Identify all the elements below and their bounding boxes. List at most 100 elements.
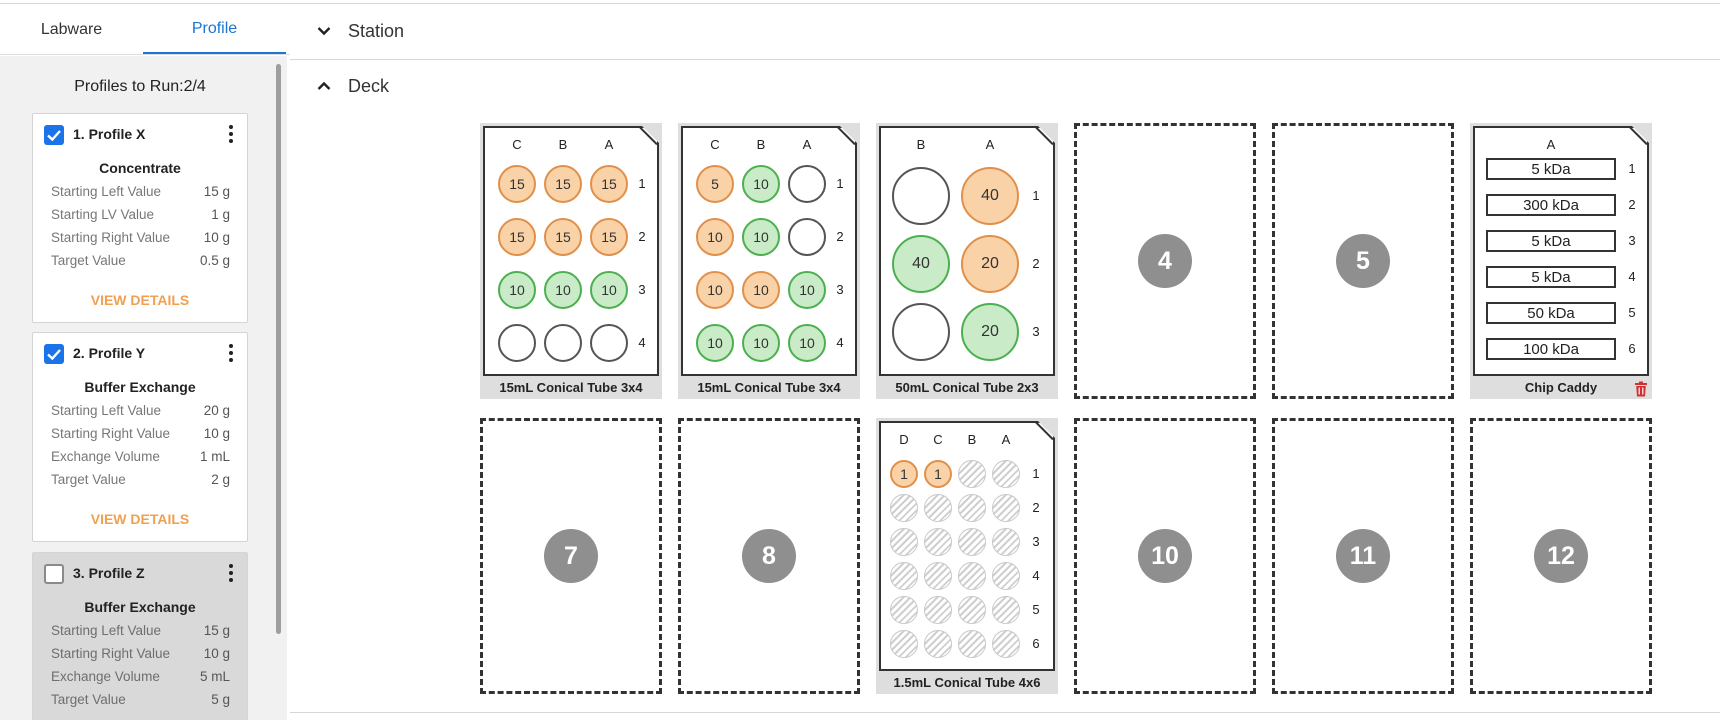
tube-well[interactable]: 10 (696, 271, 734, 309)
slot-number-badge: 7 (544, 529, 598, 583)
deck-section-header[interactable]: Deck (290, 61, 389, 111)
tube-well[interactable] (498, 324, 536, 362)
tube-well[interactable]: 20 (961, 303, 1019, 361)
check-icon (47, 349, 61, 361)
chip-slot[interactable]: 5 kDa (1486, 158, 1616, 180)
tube-well[interactable]: 40 (961, 167, 1019, 225)
tube-well[interactable] (992, 460, 1020, 488)
scrollbar[interactable] (276, 64, 281, 634)
deck-slot-empty[interactable]: 11 (1272, 418, 1454, 694)
tube-well[interactable]: 10 (696, 218, 734, 256)
row-header: 1 (1032, 466, 1040, 481)
profile-name: 1. Profile X (73, 126, 146, 142)
tube-well[interactable]: 15 (590, 165, 628, 203)
profile-checkbox[interactable] (44, 564, 64, 584)
deck-slot-empty[interactable]: 8 (678, 418, 860, 694)
more-vert-icon[interactable] (223, 341, 239, 365)
tube-well[interactable] (992, 494, 1020, 522)
chip-slot[interactable]: 5 kDa (1486, 266, 1616, 288)
tube-well[interactable] (788, 218, 826, 256)
more-vert-icon[interactable] (223, 122, 239, 146)
deck-slot-labware[interactable]: 15mL Conical Tube 3x4 C B A 1 2 3 4 15 15 15 15 15 15… (480, 123, 662, 399)
chip-slot[interactable]: 50 kDa (1486, 302, 1616, 324)
row-header: 2 (638, 229, 646, 244)
tube-well[interactable] (890, 596, 918, 624)
chip-slot[interactable]: 100 kDa (1486, 338, 1616, 360)
tube-well[interactable]: 15 (590, 218, 628, 256)
tube-well[interactable]: 15 (498, 165, 536, 203)
deck-slot-empty[interactable]: 7 (480, 418, 662, 694)
tube-well[interactable] (992, 562, 1020, 590)
tube-well[interactable] (924, 596, 952, 624)
tube-well[interactable]: 10 (788, 324, 826, 362)
deck-slot-empty[interactable]: 10 (1074, 418, 1256, 694)
chip-slot[interactable]: 5 kDa (1486, 230, 1616, 252)
tube-well[interactable] (992, 630, 1020, 658)
tube-well[interactable] (890, 528, 918, 556)
deck-slot-labware[interactable]: Chip Caddy A 5 kDa 1 300 kDa 2 5 kDa 3 5 kDa 4 50 … (1470, 123, 1652, 399)
column-header: A (1001, 432, 1011, 447)
row-header: 3 (638, 282, 646, 297)
slot-number-badge: 8 (742, 529, 796, 583)
tube-well[interactable]: 10 (498, 271, 536, 309)
tube-well[interactable]: 10 (544, 271, 582, 309)
profile-param: Starting Right Value 10 g (51, 426, 230, 441)
column-header: C (933, 432, 943, 447)
profile-card: 3. Profile Z Buffer Exchange Starting Le… (32, 552, 248, 720)
deck-slot-labware[interactable]: 50mL Conical Tube 2x3 B A 1 2 3 40 40 20 20 (876, 123, 1058, 399)
deck-slot-empty[interactable]: 5 (1272, 123, 1454, 399)
tube-well[interactable]: 10 (742, 218, 780, 256)
tube-well[interactable] (924, 562, 952, 590)
tube-well[interactable] (544, 324, 582, 362)
tube-well[interactable] (958, 460, 986, 488)
tube-well[interactable] (958, 562, 986, 590)
tube-well[interactable]: 15 (544, 218, 582, 256)
tube-well[interactable] (958, 494, 986, 522)
tube-well[interactable]: 10 (742, 271, 780, 309)
tube-well[interactable] (890, 562, 918, 590)
view-details-button[interactable]: VIEW DETAILS (33, 511, 247, 531)
tube-well[interactable] (890, 494, 918, 522)
tube-well[interactable]: 10 (742, 165, 780, 203)
tube-well[interactable]: 15 (544, 165, 582, 203)
tube-well[interactable]: 20 (961, 235, 1019, 293)
tube-well[interactable]: 5 (696, 165, 734, 203)
deck-slot-empty[interactable]: 4 (1074, 123, 1256, 399)
tube-well[interactable]: 10 (590, 271, 628, 309)
tube-well[interactable] (958, 596, 986, 624)
tube-well[interactable] (892, 167, 950, 225)
tube-well[interactable]: 1 (924, 460, 952, 488)
tube-well[interactable] (788, 165, 826, 203)
tube-well[interactable] (924, 630, 952, 658)
delete-icon[interactable] (1634, 381, 1648, 397)
more-vert-icon[interactable] (223, 561, 239, 585)
row-header: 6 (1628, 341, 1636, 356)
labware-name: 15mL Conical Tube 3x4 (697, 380, 841, 395)
profile-checkbox[interactable] (44, 125, 64, 145)
tube-well[interactable] (590, 324, 628, 362)
station-section-header[interactable]: Station (290, 6, 404, 56)
chip-slot[interactable]: 300 kDa (1486, 194, 1616, 216)
tab-labware[interactable]: Labware (0, 6, 143, 54)
view-details-button[interactable]: VIEW DETAILS (33, 292, 247, 312)
tube-well[interactable] (890, 630, 918, 658)
tube-well[interactable] (992, 596, 1020, 624)
tube-well[interactable] (892, 303, 950, 361)
tube-well[interactable]: 10 (742, 324, 780, 362)
deck-slot-labware[interactable]: 1.5mL Conical Tube 4x6 D C B A 1 2 3 4 5 6 1 1 (876, 418, 1058, 694)
tube-well[interactable]: 10 (788, 271, 826, 309)
tube-well[interactable]: 1 (890, 460, 918, 488)
tube-well[interactable] (992, 528, 1020, 556)
profile-checkbox[interactable] (44, 344, 64, 364)
tube-well[interactable] (958, 528, 986, 556)
tube-well[interactable]: 40 (892, 235, 950, 293)
tube-well[interactable] (958, 630, 986, 658)
tube-well[interactable]: 10 (696, 324, 734, 362)
tube-well[interactable] (924, 494, 952, 522)
deck-slot-empty[interactable]: 12 (1470, 418, 1652, 694)
tube-well[interactable] (924, 528, 952, 556)
tube-well[interactable]: 15 (498, 218, 536, 256)
column-header: A (985, 137, 995, 152)
deck-slot-labware[interactable]: 15mL Conical Tube 3x4 C B A 1 2 3 4 5 10 10 10 10 10 1… (678, 123, 860, 399)
tab-profile[interactable]: Profile (143, 6, 286, 54)
